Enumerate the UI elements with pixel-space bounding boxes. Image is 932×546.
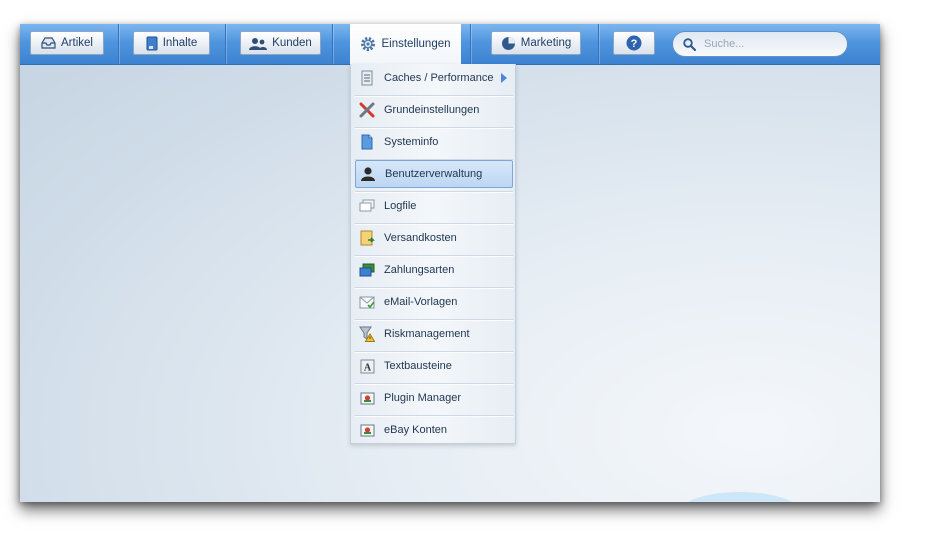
svg-text:A: A [363, 362, 371, 373]
kunden-label: Kunden [272, 37, 312, 49]
menu-item-textbausteine[interactable]: A Textbausteine [355, 352, 513, 380]
einstellungen-button[interactable]: Einstellungen [350, 24, 461, 64]
menu-item-grundeinstellungen[interactable]: Grundeinstellungen [355, 96, 513, 124]
menu-item-plugin-manager[interactable]: Plugin Manager [355, 384, 513, 412]
text-icon: A [358, 357, 376, 375]
menu-item-label: Plugin Manager [384, 392, 462, 404]
menu-item-riskmanagement[interactable]: Riskmanagement [355, 320, 513, 348]
main-toolbar: Artikel Inhalte Kunden Einstellungen Mar [20, 24, 880, 65]
menu-item-systeminfo[interactable]: Systeminfo [355, 128, 513, 156]
marketing-label: Marketing [520, 37, 572, 49]
shipping-icon [358, 229, 376, 247]
box-icon [41, 37, 56, 49]
mail-icon [358, 293, 376, 311]
ebay-icon [358, 421, 376, 439]
help-button[interactable]: ? [613, 31, 655, 55]
inhalte-label: Inhalte [162, 37, 198, 49]
gear-icon [360, 36, 376, 52]
plugin-icon [358, 389, 376, 407]
pie-chart-icon [501, 36, 516, 51]
risk-icon [358, 325, 376, 343]
submenu-arrow-icon [501, 73, 507, 83]
toolbar-separator [225, 24, 226, 64]
menu-item-email-vorlagen[interactable]: eMail-Vorlagen [355, 288, 513, 316]
user-icon [359, 165, 377, 183]
menu-item-label: eMail-Vorlagen [384, 296, 458, 308]
tools-icon [358, 101, 376, 119]
einstellungen-label: Einstellungen [381, 38, 451, 50]
users-icon [249, 37, 268, 50]
toolbar-separator [598, 24, 599, 64]
menu-item-label: Systeminfo [384, 136, 439, 148]
page-icon [358, 133, 376, 151]
inhalte-button[interactable]: Inhalte [133, 31, 210, 55]
svg-text:?: ? [631, 38, 638, 50]
help-icon: ? [626, 35, 642, 51]
marketing-button[interactable]: Marketing [491, 31, 581, 55]
menu-item-zahlungsarten[interactable]: Zahlungsarten [355, 256, 513, 284]
menu-item-label: Caches / Performance [384, 72, 494, 84]
decorative-shape [680, 492, 800, 502]
cache-icon [358, 69, 376, 87]
toolbar-separator [118, 24, 119, 64]
menu-item-versandkosten[interactable]: Versandkosten [355, 224, 513, 252]
search-icon [683, 37, 696, 51]
menu-item-label: Grundeinstellungen [384, 104, 480, 116]
menu-item-label: Logfile [384, 200, 417, 212]
toolbar-separator [470, 24, 471, 64]
payment-icon [358, 261, 376, 279]
log-icon [358, 197, 376, 215]
menu-item-label: Zahlungsarten [384, 264, 455, 276]
document-icon [146, 36, 158, 51]
artikel-button[interactable]: Artikel [30, 31, 104, 55]
app-window: Artikel Inhalte Kunden Einstellungen Mar [20, 24, 880, 502]
toolbar-separator [332, 24, 333, 64]
menu-item-label: Riskmanagement [384, 328, 470, 340]
menu-item-label: Benutzerverwaltung [385, 168, 483, 180]
artikel-label: Artikel [61, 37, 93, 49]
menu-item-label: eBay Konten [384, 424, 447, 436]
menu-item-benutzerverwaltung[interactable]: Benutzerverwaltung [355, 160, 513, 188]
menu-item-caches-performance[interactable]: Caches / Performance [355, 64, 513, 92]
menu-item-ebay-konten[interactable]: eBay Konten [355, 416, 513, 444]
search-input[interactable] [702, 37, 836, 51]
menu-item-label: Versandkosten [384, 232, 457, 244]
menu-item-logfile[interactable]: Logfile [355, 192, 513, 220]
search-box[interactable] [672, 31, 848, 57]
menu-item-label: Textbausteine [384, 360, 452, 372]
kunden-button[interactable]: Kunden [240, 31, 321, 55]
einstellungen-menu: Caches / Performance Grundeinstellungen … [350, 64, 516, 444]
